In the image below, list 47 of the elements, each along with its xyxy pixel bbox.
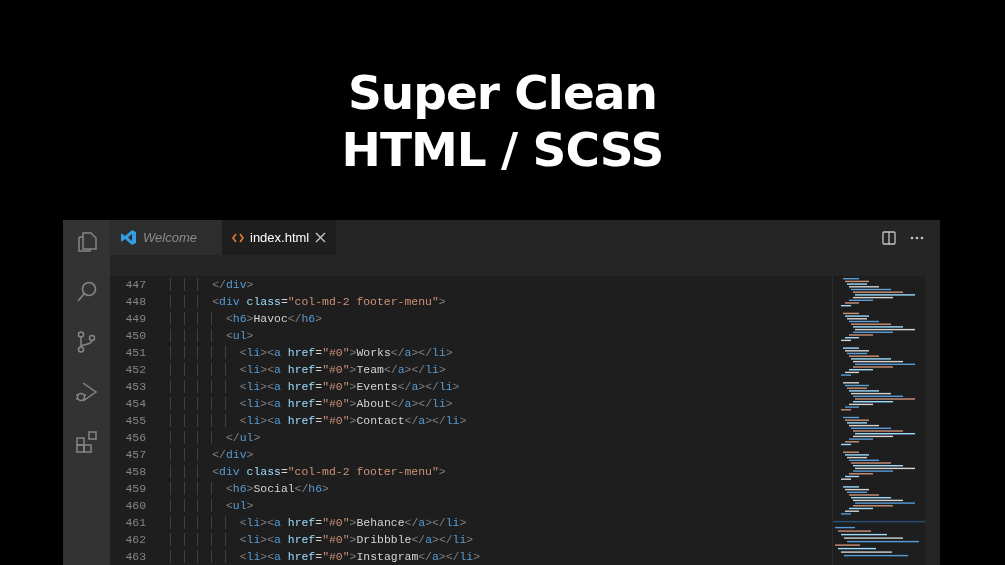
split-editor-icon[interactable] [882,230,896,245]
code-line: <div class="col-md-2 footer-menu"> [171,293,446,310]
line-number: 455 [124,413,147,429]
code-line: </ul> [171,429,261,446]
line-number: 461 [124,515,147,531]
code-line: <li><a href="#0">Team</a></li> [171,361,446,378]
more-icon[interactable] [910,235,924,240]
code-line: <li><a href="#0">Behance</a></li> [171,514,467,531]
code-line: <ul> [171,497,254,514]
code-line: </div> [171,276,254,293]
line-number: 463 [124,549,147,565]
close-icon[interactable] [315,232,327,243]
code-line: <li><a href="#0">Events</a></li> [171,378,460,395]
code-line: <li><a href="#0">Instagram</a></li> [171,548,481,565]
code-line: <li><a href="#0">Works</a></li> [171,344,453,361]
code-line: <h6>Havoc</h6> [171,310,323,327]
code-line: <li><a href="#0">About</a></li> [171,395,453,412]
line-number: 451 [124,345,147,361]
code-line: </div> [171,446,254,463]
editor-tab[interactable]: index.html [222,220,337,255]
code-line: <div class="col-md-2 footer-menu"> [171,463,446,480]
line-number: 459 [124,481,147,497]
editor-logo-icon [120,229,137,246]
line-number: 448 [124,294,147,310]
line-number: 457 [124,447,147,463]
headline: HTML / SCSS [341,121,664,178]
line-number: 450 [124,328,147,344]
line-number: 449 [124,311,147,327]
line-number: 454 [124,396,147,412]
scrollbar-track[interactable] [925,276,940,565]
line-number: 458 [124,464,147,480]
extensions-icon[interactable] [74,430,99,454]
code-line: <li><a href="#0">Dribbble</a></li> [171,531,474,548]
code-brackets-icon [232,232,244,243]
code-line: <ul> [171,327,254,344]
headline: Super Clean [348,64,657,121]
line-number: 447 [124,277,147,293]
code-line: <h6>Social</h6> [171,480,329,497]
line-number: 452 [124,362,147,378]
line-number: 462 [124,532,147,548]
line-number: 456 [124,430,147,446]
line-number: 453 [124,379,147,395]
search-icon[interactable] [74,280,99,304]
run-debug-icon[interactable] [74,380,99,404]
line-number: 460 [124,498,147,514]
editor-tab[interactable]: Welcome [110,220,222,255]
code-line: <li><a href="#0">Contact</a></li> [171,412,467,429]
